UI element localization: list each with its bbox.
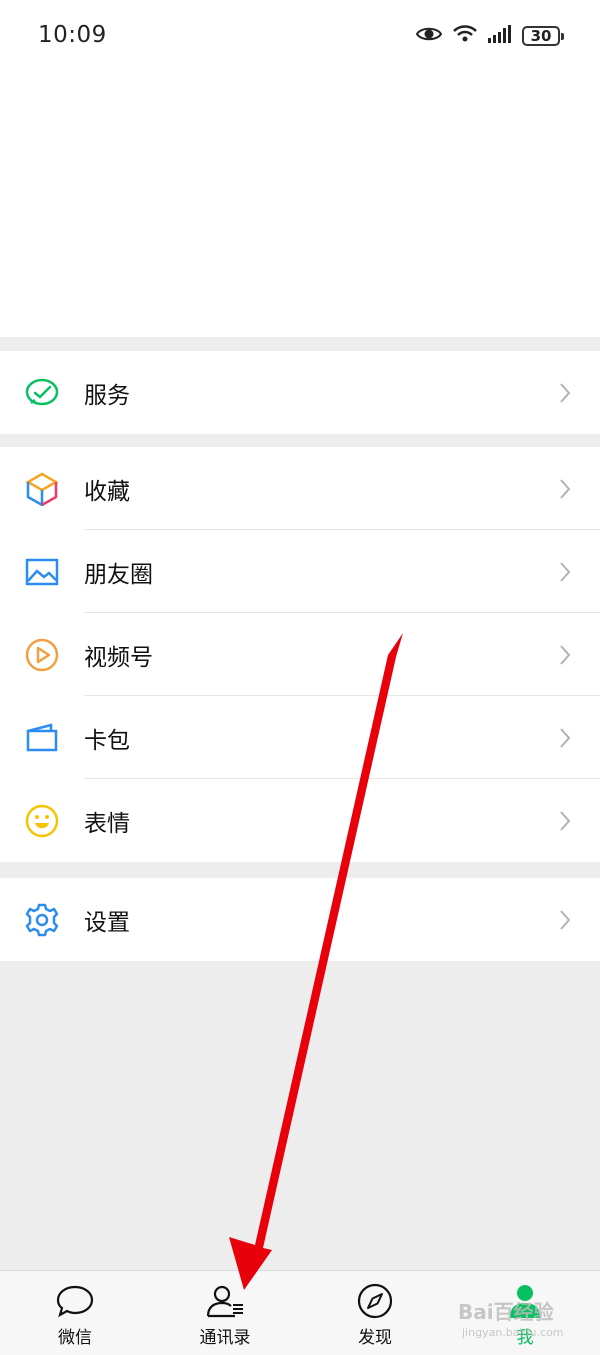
- play-circle-icon: [25, 638, 59, 672]
- wifi-icon: [452, 24, 478, 48]
- chevron-right-icon: [560, 728, 571, 748]
- cube-icon: [25, 472, 59, 508]
- status-time: 10:09: [38, 22, 107, 48]
- chevron-right-icon: [560, 562, 571, 582]
- menu-item-label: 卡包: [84, 727, 130, 754]
- service-icon: [25, 376, 59, 410]
- menu-item-service[interactable]: 服务: [0, 351, 600, 434]
- wallet-card-icon: [25, 721, 59, 755]
- menu-item-cards[interactable]: 卡包: [0, 696, 600, 779]
- tab-label: 发现: [358, 1328, 392, 1348]
- status-icons: 30: [415, 24, 564, 48]
- menu-item-channels[interactable]: 视频号: [0, 613, 600, 696]
- menu-item-settings[interactable]: 设置: [0, 878, 600, 961]
- menu-item-moments[interactable]: 朋友圈: [0, 530, 600, 613]
- menu-item-label: 朋友圈: [84, 561, 153, 588]
- service-group: 服务: [0, 351, 600, 434]
- menu-item-stickers[interactable]: 表情: [0, 779, 600, 862]
- profile-header-area: 10:09 30: [0, 0, 600, 337]
- tab-discover[interactable]: 发现: [315, 1271, 435, 1355]
- chevron-right-icon: [560, 383, 571, 403]
- tab-label: 通讯录: [199, 1328, 251, 1348]
- menu-item-label: 视频号: [84, 644, 153, 671]
- chat-bubble-icon: [56, 1285, 94, 1318]
- chevron-right-icon: [560, 645, 571, 665]
- settings-group: 设置: [0, 878, 600, 961]
- signal-icon: [488, 25, 512, 47]
- chevron-right-icon: [560, 479, 571, 499]
- watermark-url: jingyan.baidu.com: [462, 1326, 564, 1339]
- menu-item-label: 表情: [84, 810, 130, 837]
- tab-chats[interactable]: 微信: [15, 1271, 135, 1355]
- tab-contacts[interactable]: 通讯录: [165, 1271, 285, 1355]
- menu-item-label: 设置: [84, 909, 130, 936]
- contacts-icon: [206, 1285, 243, 1318]
- tab-label: 微信: [58, 1328, 92, 1348]
- menu-item-label: 收藏: [84, 478, 130, 505]
- watermark-logo: Bai百经验: [458, 1300, 554, 1324]
- battery-indicator: 30: [522, 26, 564, 46]
- menu-item-label: 服务: [84, 382, 130, 409]
- menu-item-favorites[interactable]: 收藏: [0, 447, 600, 530]
- chevron-right-icon: [560, 811, 571, 831]
- eye-icon: [415, 25, 443, 47]
- features-group: 收藏 朋友圈 视频号 卡包 表情: [0, 447, 600, 862]
- gear-icon: [25, 903, 59, 937]
- smiley-icon: [25, 804, 59, 838]
- image-icon: [25, 555, 59, 589]
- chevron-right-icon: [560, 910, 571, 930]
- compass-icon: [357, 1283, 393, 1319]
